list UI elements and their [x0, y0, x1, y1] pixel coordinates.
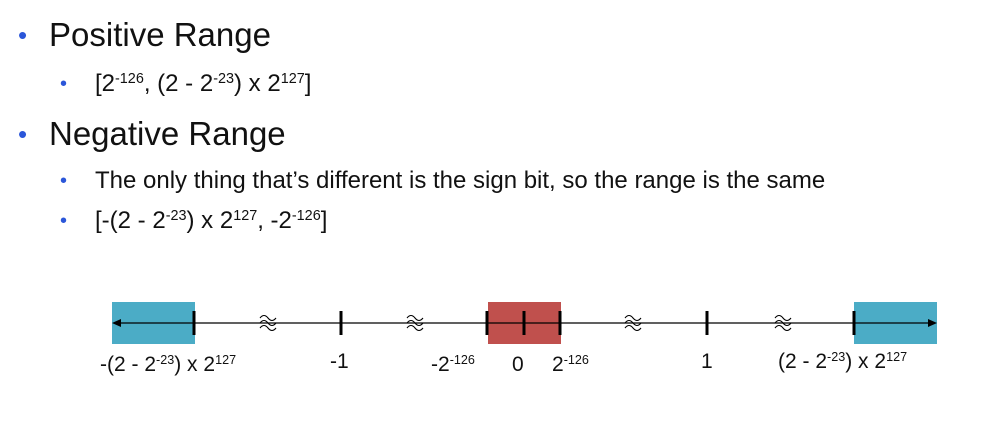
label-neg-min: -2-126: [431, 353, 475, 376]
label-neg-max: -(2 - 2-23) x 2127: [100, 353, 237, 376]
label-zero: 0: [512, 353, 524, 376]
label-pos-max: (2 - 2-23) x 2127: [778, 350, 908, 373]
label-neg-one: -1: [330, 350, 349, 373]
label-one: 1: [701, 350, 713, 373]
label-pos-min: 2-126: [552, 353, 589, 376]
